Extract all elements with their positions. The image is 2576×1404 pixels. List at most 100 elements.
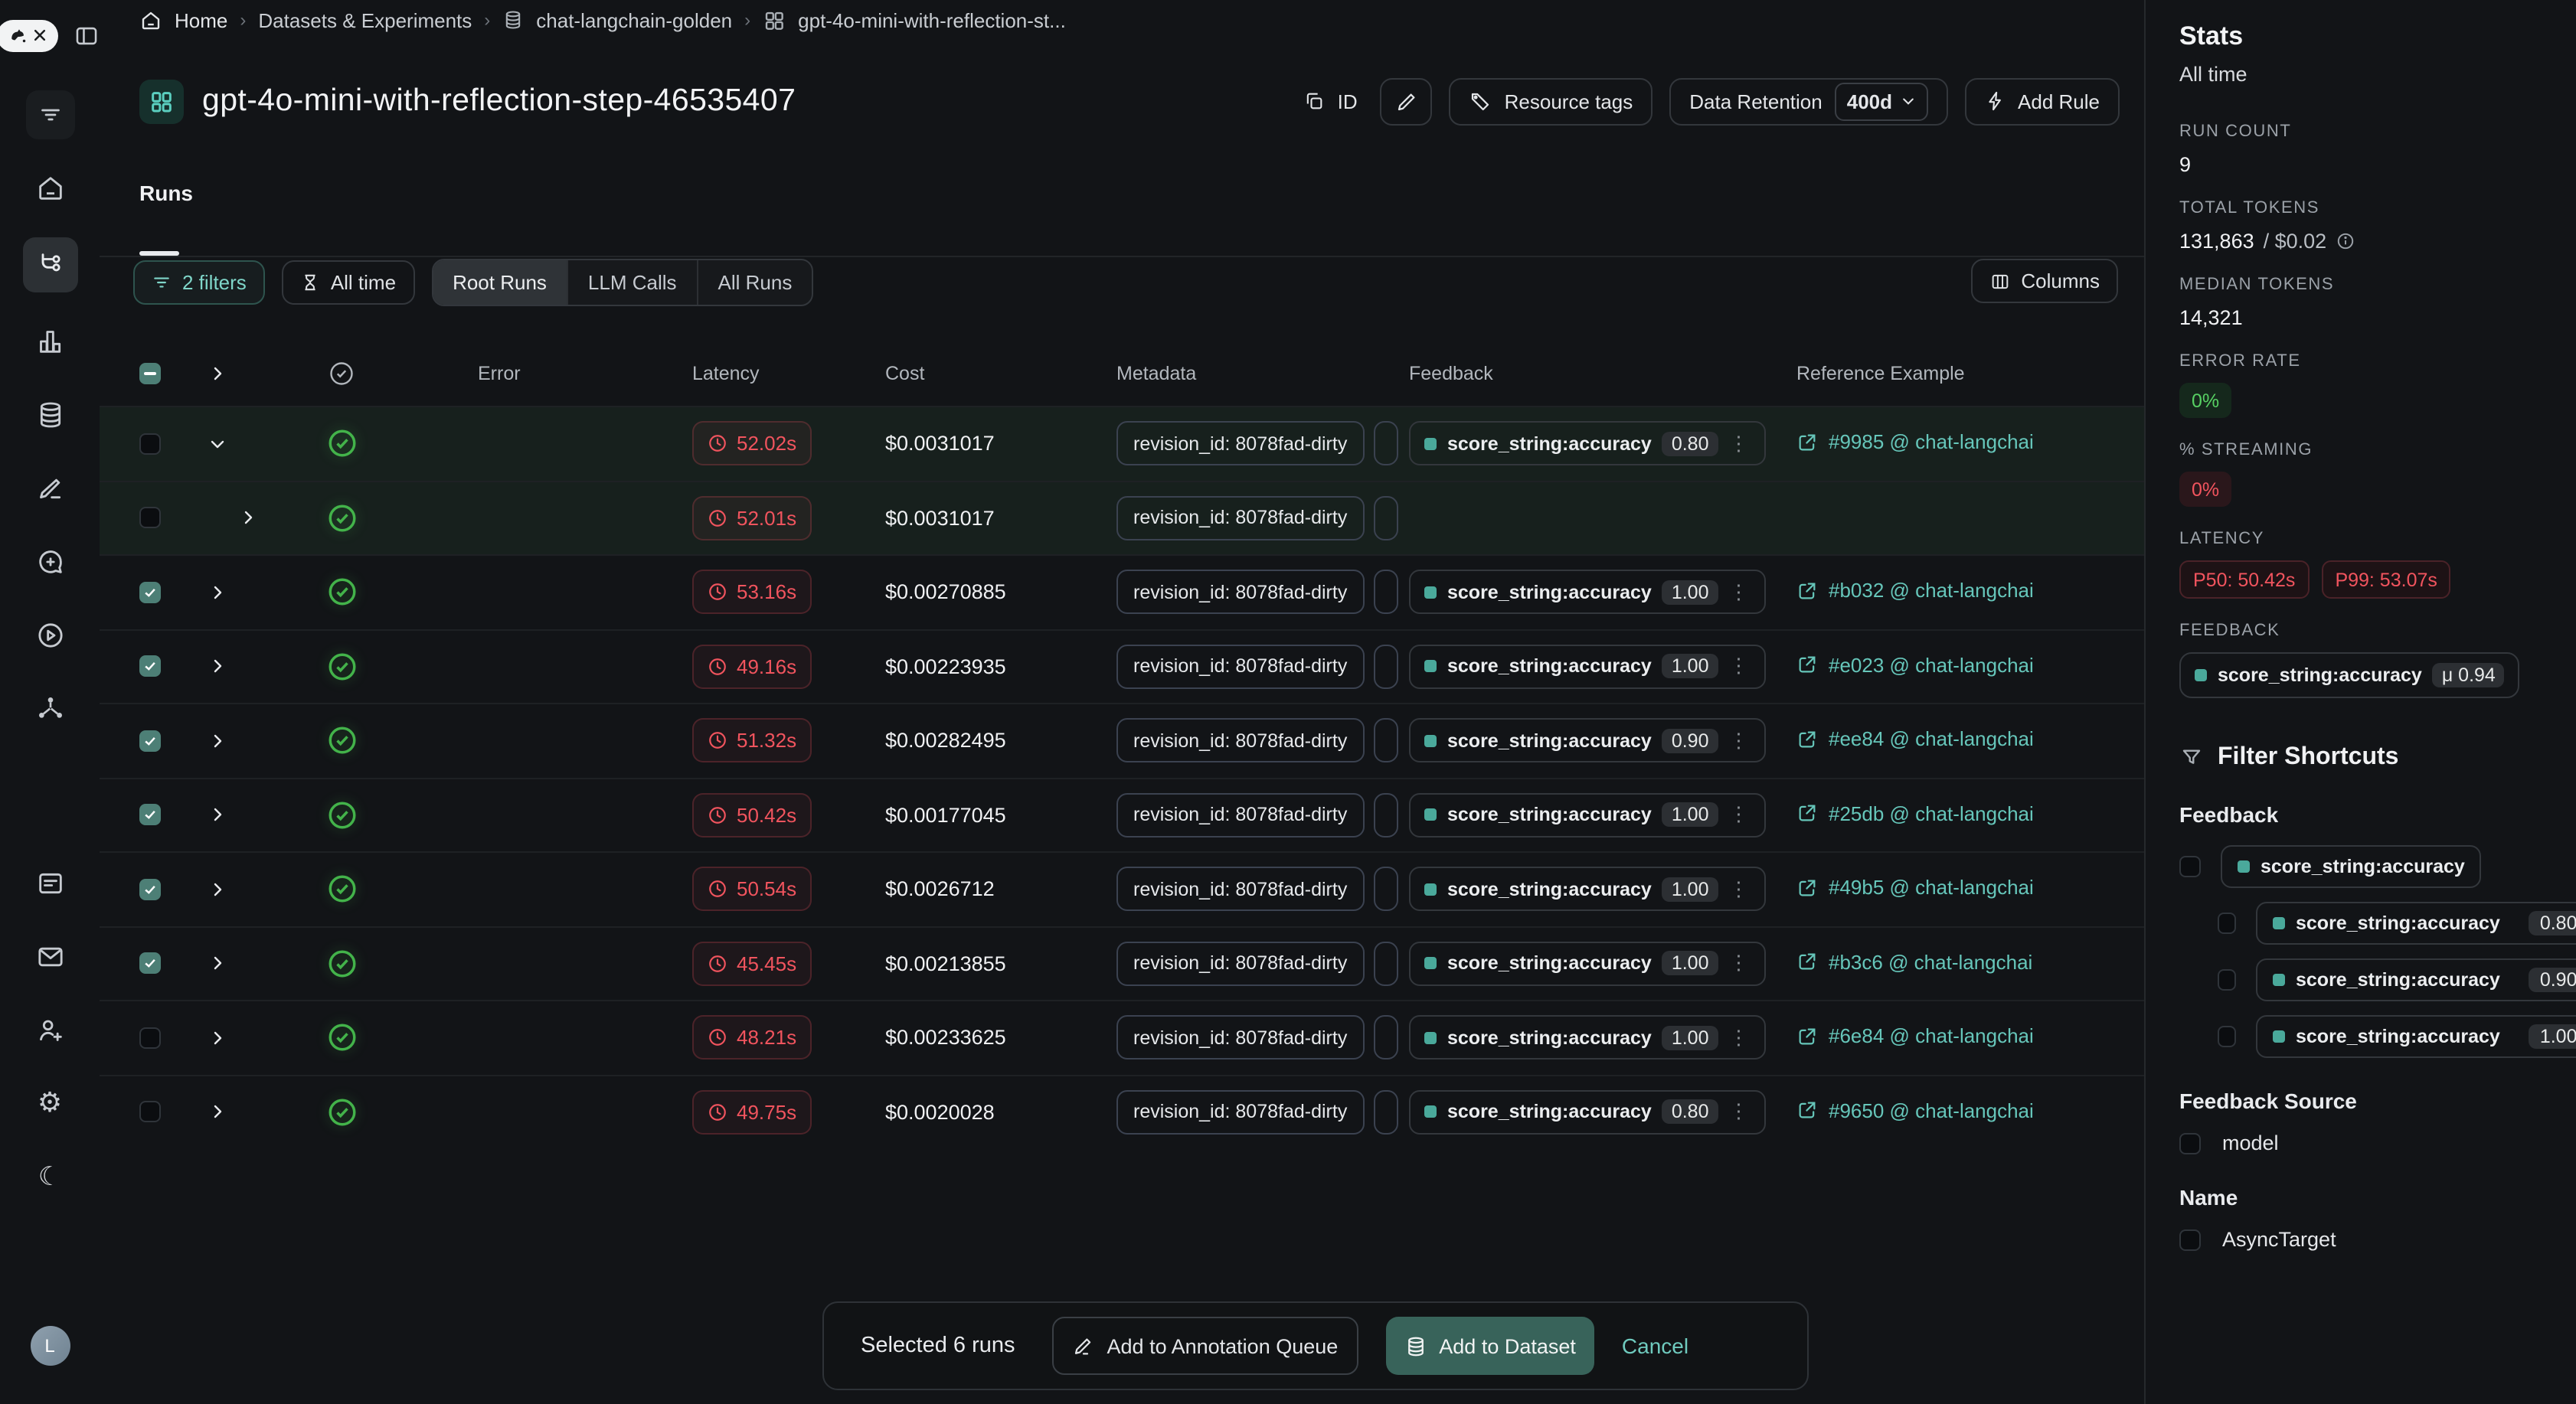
filter-checkbox[interactable] (2179, 856, 2201, 877)
filter-checkbox[interactable] (2218, 913, 2236, 934)
filter-checkbox[interactable] (2179, 1132, 2201, 1154)
segment-root-runs[interactable]: Root Runs (433, 260, 568, 304)
row-checkbox[interactable] (139, 433, 161, 455)
feedback-pill[interactable]: score_string:accuracy 0.80 ⋮ (1409, 1090, 1766, 1135)
expand-chevron[interactable] (208, 732, 227, 750)
sidebar-item-mail[interactable] (25, 932, 74, 981)
collapse-sidebar-icon[interactable] (69, 18, 103, 52)
expand-chevron[interactable] (208, 955, 227, 973)
row-checkbox[interactable] (139, 805, 161, 826)
expand-chevron[interactable] (239, 509, 257, 527)
row-checkbox[interactable] (139, 1102, 161, 1123)
more-options-icon[interactable]: ⋮ (1729, 877, 1751, 902)
reference-example-link[interactable]: #ee84 @ chat-langchai (1796, 727, 2034, 750)
info-icon[interactable] (2336, 231, 2355, 251)
data-retention-dropdown[interactable]: 400d (1835, 82, 1927, 120)
more-options-icon[interactable]: ⋮ (1729, 580, 1751, 605)
row-checkbox[interactable] (139, 582, 161, 603)
table-row[interactable]: 50.42s $0.00177045 revision_id: 8078fad-… (100, 777, 2144, 851)
row-checkbox[interactable] (139, 1027, 161, 1049)
metadata-pill[interactable]: revision_id: 8078fad-dirty (1116, 1090, 1364, 1135)
time-range-button[interactable]: All time (282, 260, 414, 304)
feedback-pill[interactable]: score_string:accuracy 1.00 ⋮ (1409, 867, 1766, 912)
sidebar-item-prompts[interactable] (25, 537, 74, 586)
tab-runs[interactable]: Runs (139, 181, 193, 205)
data-retention-button[interactable]: Data Retention 400d (1669, 77, 1947, 125)
columns-button[interactable]: Columns (1970, 259, 2118, 303)
add-rule-button[interactable]: Add Rule (1964, 77, 2120, 125)
metadata-pill[interactable]: revision_id: 8078fad-dirty (1116, 867, 1364, 912)
dark-mode-moon-icon[interactable]: ☾ (25, 1152, 74, 1201)
segment-llm-calls[interactable]: LLM Calls (568, 260, 698, 304)
expand-chevron[interactable] (208, 658, 227, 676)
sidebar-item-tracing-projects[interactable] (22, 237, 77, 292)
filter-panel-icon[interactable] (25, 90, 74, 139)
breadcrumb-home[interactable]: Home (175, 8, 227, 31)
feedback-filter-pill[interactable]: score_string:accuracy 0.80 (2256, 902, 2576, 945)
table-row[interactable]: 45.45s $0.00213855 revision_id: 8078fad-… (100, 926, 2144, 1000)
more-options-icon[interactable]: ⋮ (1729, 1100, 1751, 1125)
table-row[interactable]: 52.02s $0.0031017 revision_id: 8078fad-d… (100, 406, 2144, 480)
breadcrumb-experiment[interactable]: gpt-4o-mini-with-reflection-st... (798, 8, 1066, 31)
resource-tags-button[interactable]: Resource tags (1450, 77, 1653, 125)
sidebar-item-docs[interactable] (25, 858, 74, 907)
expand-all-chevron[interactable] (208, 364, 227, 382)
feedback-summary-pill[interactable]: score_string:accuracy μ 0.94 (2179, 652, 2520, 698)
copy-id-button[interactable]: ID (1298, 77, 1364, 125)
table-row[interactable]: 51.32s $0.00282495 revision_id: 8078fad-… (100, 703, 2144, 777)
row-checkbox[interactable] (139, 730, 161, 752)
filter-checkbox[interactable] (2218, 1026, 2236, 1047)
metadata-pill[interactable]: revision_id: 8078fad-dirty (1116, 422, 1364, 466)
expand-chevron[interactable] (208, 806, 227, 824)
filters-button[interactable]: 2 filters (133, 260, 265, 304)
filter-checkbox[interactable] (2179, 1229, 2201, 1250)
settings-gear-icon[interactable]: ⚙ (25, 1079, 74, 1128)
add-to-annotation-queue-button[interactable]: Add to Annotation Queue (1052, 1317, 1358, 1375)
reference-example-link[interactable]: #9650 @ chat-langchai (1796, 1099, 2034, 1122)
feedback-pill[interactable]: score_string:accuracy 1.00 ⋮ (1409, 793, 1766, 838)
metadata-pill[interactable]: revision_id: 8078fad-dirty (1116, 942, 1364, 986)
reference-example-link[interactable]: #6e84 @ chat-langchai (1796, 1024, 2034, 1047)
metadata-pill[interactable]: revision_id: 8078fad-dirty (1116, 719, 1364, 763)
sidebar-item-invite-user[interactable] (25, 1005, 74, 1054)
edit-title-button[interactable] (1381, 77, 1433, 125)
expand-chevron[interactable] (208, 1029, 227, 1047)
feedback-pill[interactable]: score_string:accuracy 1.00 ⋮ (1409, 1016, 1766, 1060)
segment-all-runs[interactable]: All Runs (698, 260, 812, 304)
sidebar-item-monitoring[interactable] (25, 317, 74, 366)
table-row[interactable]: 49.16s $0.00223935 revision_id: 8078fad-… (100, 629, 2144, 703)
metadata-pill[interactable]: revision_id: 8078fad-dirty (1116, 1016, 1364, 1060)
expand-chevron[interactable] (208, 583, 227, 602)
reference-example-link[interactable]: #49b5 @ chat-langchai (1796, 876, 2034, 899)
metadata-pill[interactable]: revision_id: 8078fad-dirty (1116, 793, 1364, 838)
select-all-checkbox[interactable] (139, 362, 161, 384)
row-checkbox[interactable] (139, 953, 161, 975)
user-avatar[interactable]: L (30, 1326, 70, 1366)
sidebar-item-home[interactable] (25, 164, 74, 213)
reference-example-link[interactable]: #9985 @ chat-langchai (1796, 430, 2034, 453)
table-row[interactable]: 53.16s $0.00270885 revision_id: 8078fad-… (100, 554, 2144, 629)
breadcrumb-datasets-experiments[interactable]: Datasets & Experiments (258, 8, 472, 31)
metadata-pill[interactable]: revision_id: 8078fad-dirty (1116, 645, 1364, 689)
feedback-pill[interactable]: score_string:accuracy 1.00 ⋮ (1409, 942, 1766, 986)
table-row[interactable]: 52.01s $0.0031017 revision_id: 8078fad-d… (100, 480, 2144, 554)
sidebar-item-playground[interactable] (25, 611, 74, 660)
reference-example-link[interactable]: #e023 @ chat-langchai (1796, 653, 2034, 676)
breadcrumb-dataset[interactable]: chat-langchain-golden (536, 8, 732, 31)
more-options-icon[interactable]: ⋮ (1729, 1026, 1751, 1050)
row-checkbox[interactable] (139, 508, 161, 529)
filter-checkbox[interactable] (2218, 969, 2236, 991)
more-options-icon[interactable]: ⋮ (1729, 432, 1751, 456)
more-options-icon[interactable]: ⋮ (1729, 952, 1751, 976)
more-options-icon[interactable]: ⋮ (1729, 655, 1751, 679)
feedback-filter-pill[interactable]: score_string:accuracy 1.00 (2256, 1015, 2576, 1058)
expand-chevron[interactable] (208, 880, 227, 899)
feedback-pill[interactable]: score_string:accuracy 0.80 ⋮ (1409, 422, 1766, 466)
sidebar-item-datasets[interactable] (25, 390, 74, 439)
reference-example-link[interactable]: #25db @ chat-langchai (1796, 802, 2034, 824)
table-row[interactable]: 50.54s $0.0026712 revision_id: 8078fad-d… (100, 851, 2144, 926)
feedback-pill[interactable]: score_string:accuracy 1.00 ⋮ (1409, 570, 1766, 615)
table-row[interactable]: 48.21s $0.00233625 revision_id: 8078fad-… (100, 1000, 2144, 1074)
sidebar-item-annotation[interactable] (25, 464, 74, 513)
feedback-pill[interactable]: score_string:accuracy 0.90 ⋮ (1409, 719, 1766, 763)
